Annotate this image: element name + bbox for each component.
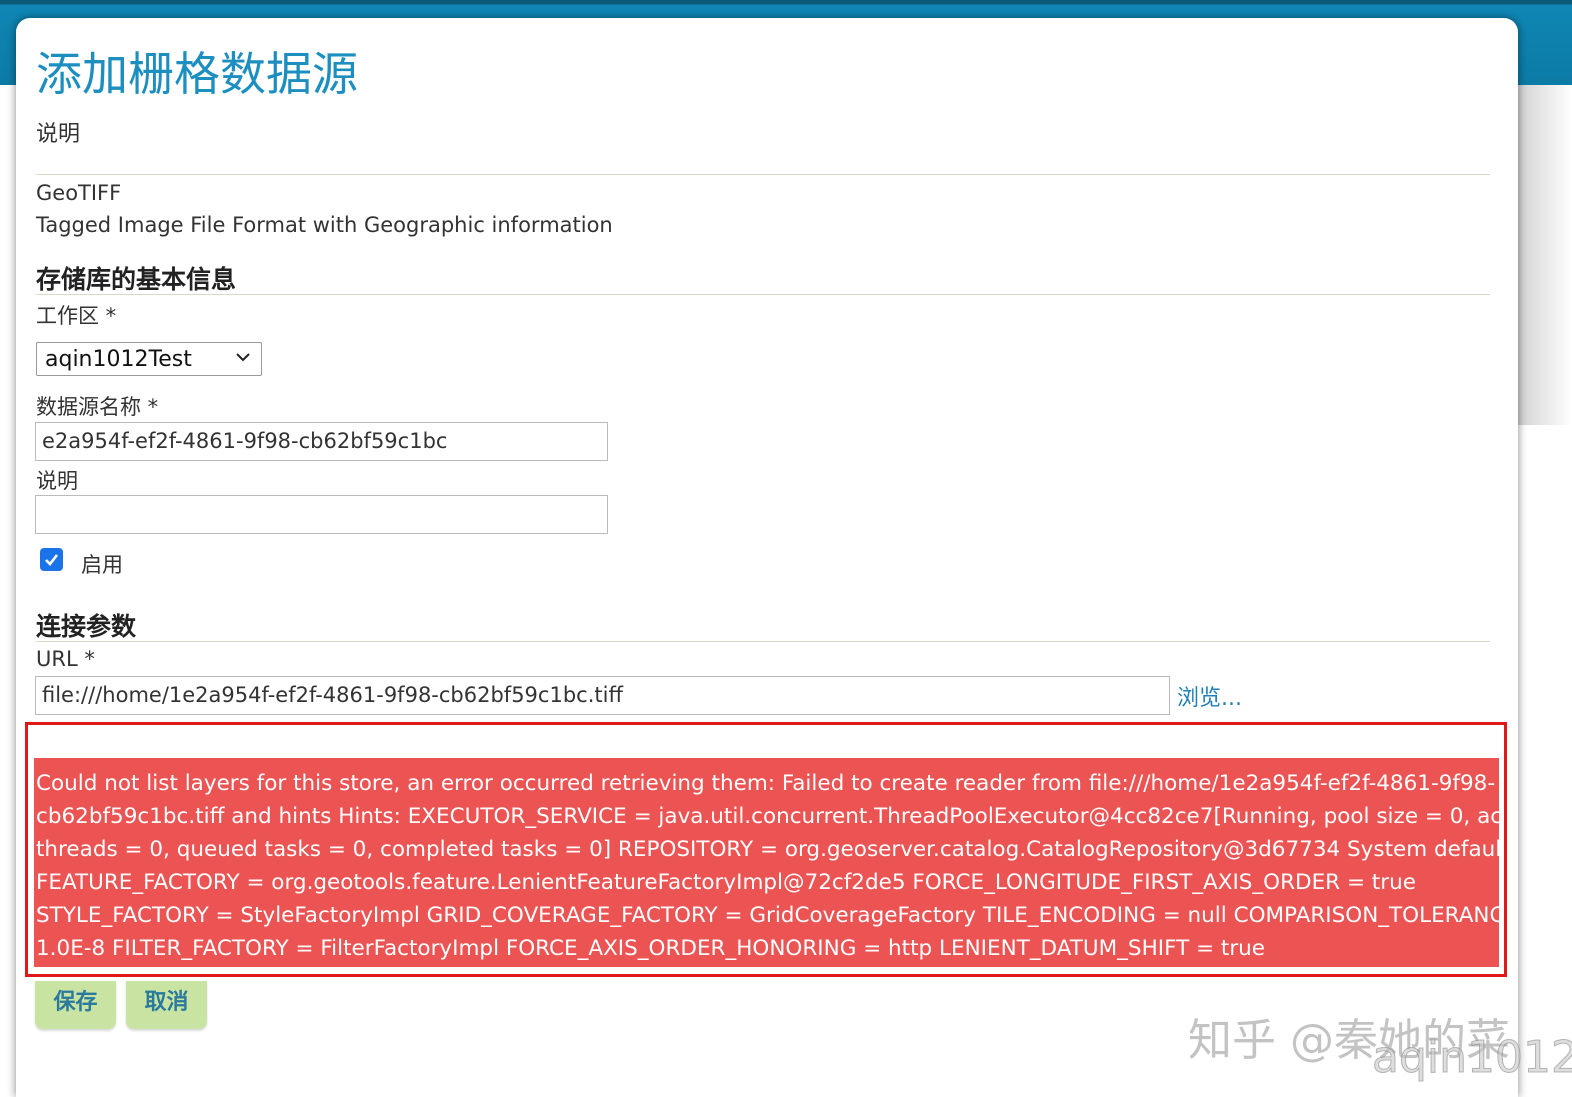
check-icon [45,554,59,566]
divider [36,174,1490,175]
cancel-button[interactable]: 取消 [126,981,207,1029]
store-name-input[interactable]: e2a954f-ef2f-4861-9f98-cb62bf59c1bc [35,422,608,461]
chevron-down-icon [235,348,251,367]
store-name-label: 数据源名称 * [36,395,159,419]
browse-link[interactable]: 浏览... [1177,680,1242,712]
description-label: 说明 [36,469,78,493]
error-line: threads = 0, queued tasks = 0, completed… [36,837,1499,862]
error-line: 1.0E-8 FILTER_FACTORY = FilterFactoryImp… [36,936,1266,961]
error-message: Could not list layers for this store, an… [34,758,1499,967]
side-shadow [1516,85,1572,425]
description-input[interactable] [35,495,608,534]
section-title-connection: 连接参数 [36,612,137,641]
divider [36,641,1490,642]
divider [36,294,1490,295]
page-intro-label: 说明 [36,122,81,147]
url-label: URL * [36,647,95,671]
save-button[interactable]: 保存 [35,981,116,1029]
error-line: FEATURE_FACTORY = org.geotools.feature.L… [36,870,1416,895]
url-input[interactable]: file:///home/1e2a954f-ef2f-4861-9f98-cb6… [35,676,1170,715]
workspace-select[interactable]: aqin1012Test [36,342,262,376]
format-name: GeoTIFF [36,181,122,205]
watermark-text-secondary: aqin1012 [1372,1032,1572,1084]
error-line: cb62bf59c1bc.tiff and hints Hints: EXECU… [36,804,1499,829]
format-description: Tagged Image File Format with Geographic… [36,213,613,237]
page-title: 添加栅格数据源 [36,47,358,101]
workspace-select-value: aqin1012Test [45,347,192,372]
workspace-label: 工作区 * [36,304,117,328]
error-line: STYLE_FACTORY = StyleFactoryImpl GRID_CO… [36,903,1499,928]
section-title-basic-info: 存储库的基本信息 [36,265,237,294]
enabled-checkbox[interactable] [40,548,63,571]
error-line: Could not list layers for this store, an… [36,771,1496,796]
enabled-label: 启用 [81,553,123,577]
